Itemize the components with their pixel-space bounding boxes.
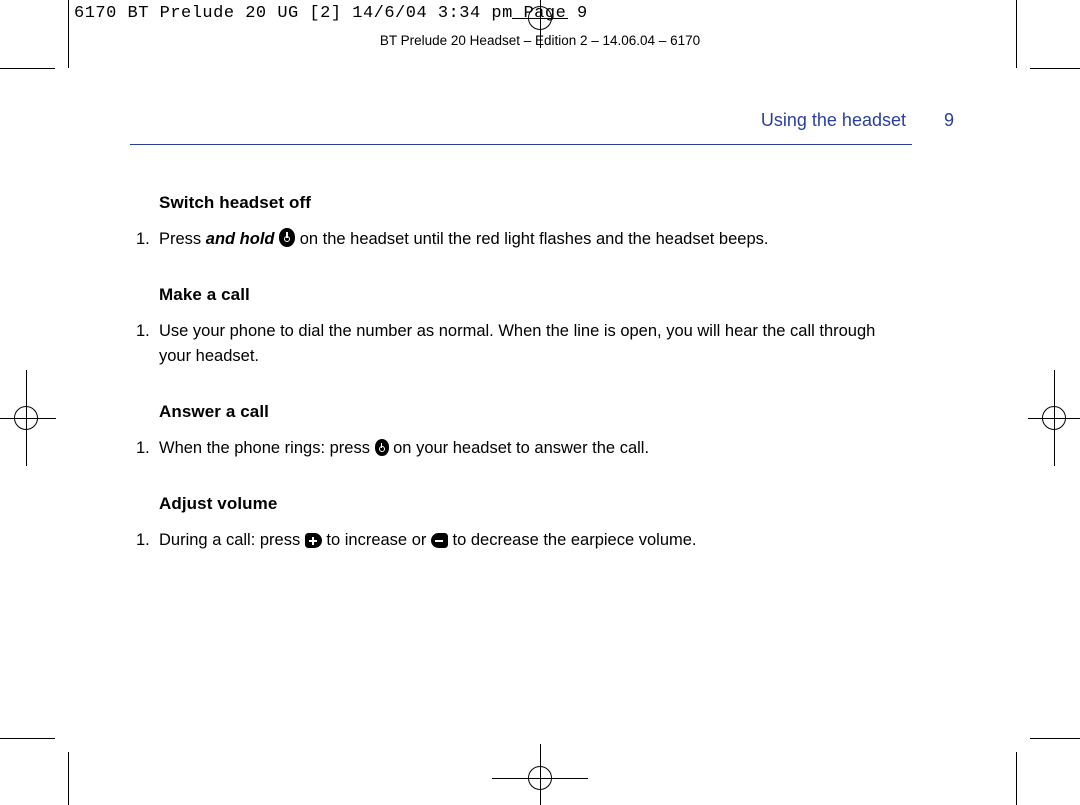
- list-item-number: 1.: [136, 439, 150, 457]
- list-item: 1. Press and hold on the headset until t…: [136, 227, 890, 252]
- list-item-text: When the phone rings: press on your head…: [159, 436, 890, 461]
- list-item-text: Use your phone to dial the number as nor…: [159, 322, 876, 365]
- section-make-a-call: Make a call 1. Use your phone to dial th…: [130, 285, 890, 369]
- text-before-icon: When the phone rings: press: [159, 439, 375, 457]
- section-heading: Answer a call: [159, 402, 269, 421]
- text-between-icons: to increase or: [321, 531, 431, 549]
- page-header: Using the headset 9: [130, 110, 960, 131]
- emphasis-text: and hold: [205, 230, 275, 248]
- text-before-italic: Press: [159, 230, 206, 248]
- section-heading: Make a call: [159, 285, 250, 304]
- registration-mark-right-middle: [1028, 370, 1080, 466]
- crop-mark-bottom-right-horizontal: [1030, 738, 1080, 739]
- crop-mark-bottom-right-vertical: [1016, 752, 1017, 805]
- section-answer-a-call: Answer a call 1. When the phone rings: p…: [130, 402, 890, 461]
- text-before-icon: During a call: press: [159, 531, 305, 549]
- crop-mark-bottom-left-vertical: [68, 752, 69, 805]
- crop-mark-bottom-left-horizontal: [0, 738, 55, 739]
- list-item-number: 1.: [136, 322, 150, 340]
- crop-mark-top-left-horizontal: [0, 68, 55, 69]
- list-item: 1. Use your phone to dial the number as …: [136, 319, 890, 369]
- crop-mark-top-right-horizontal: [1030, 68, 1080, 69]
- text-after-icon: on your headset to answer the call.: [388, 439, 650, 457]
- volume-up-icon: [304, 533, 322, 548]
- section-switch-headset-off: Switch headset off 1. Press and hold on …: [130, 193, 890, 252]
- section-adjust-volume: Adjust volume 1. During a call: press to…: [130, 494, 890, 553]
- power-button-icon: [279, 228, 296, 247]
- text-after-icon: to decrease the earpiece volume.: [447, 531, 697, 549]
- instructions-body: Switch headset off 1. Press and hold on …: [130, 193, 890, 553]
- list-item: 1. During a call: press to increase or t…: [136, 528, 890, 553]
- registration-mark-left-middle: [0, 370, 56, 466]
- power-button-icon: [374, 439, 389, 456]
- list-item: 1. When the phone rings: press on your h…: [136, 436, 890, 461]
- list-item-text: Press and hold on the headset until the …: [159, 227, 890, 252]
- registration-mark-bottom-center: [492, 744, 588, 805]
- list-item-text: During a call: press to increase or to d…: [159, 528, 890, 553]
- list-item-number: 1.: [136, 531, 150, 549]
- chapter-title: Using the headset: [760, 110, 906, 130]
- text-after-icon: on the headset until the red light flash…: [295, 230, 769, 248]
- header-divider: [130, 144, 912, 145]
- imposition-job-line: 6170 BT Prelude 20 UG [2] 14/6/04 3:34 p…: [74, 4, 588, 23]
- section-heading: Adjust volume: [159, 494, 278, 513]
- page-number: 9: [944, 110, 955, 130]
- volume-down-icon: [430, 533, 448, 548]
- page-content: Using the headset 9 Switch headset off 1…: [130, 110, 960, 586]
- section-heading: Switch headset off: [159, 193, 311, 212]
- running-head: BT Prelude 20 Headset – Edition 2 – 14.0…: [379, 33, 701, 48]
- list-item-number: 1.: [136, 230, 150, 248]
